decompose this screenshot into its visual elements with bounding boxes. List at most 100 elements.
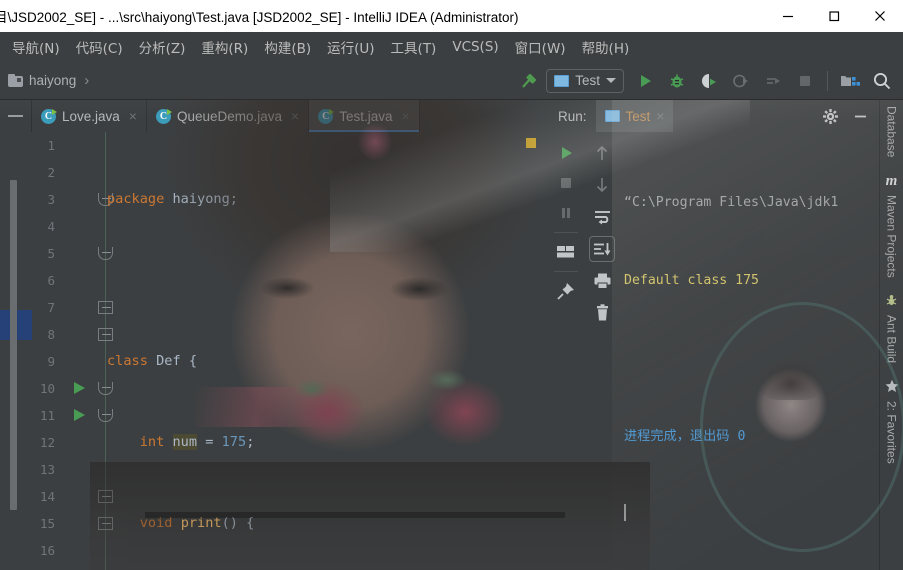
java-class-icon: C <box>318 108 335 124</box>
line-number: 12 <box>39 435 55 450</box>
console-caret <box>624 502 875 528</box>
layout-icon[interactable] <box>553 239 579 265</box>
right-tool-strip: Database m Maven Projects Ant Build 2: F… <box>879 100 903 570</box>
code-line-4: int num = 175; <box>139 434 255 450</box>
menu-item-help[interactable]: 帮助(H) <box>574 34 638 60</box>
chevron-down-icon <box>606 78 616 83</box>
debug-icon[interactable] <box>662 66 692 96</box>
tool-window-favorites[interactable]: 2: Favorites <box>885 379 899 464</box>
breadcrumb-separator: › <box>84 72 90 89</box>
line-number: 5 <box>47 246 55 261</box>
search-icon[interactable] <box>867 66 897 96</box>
menu-bar: 导航(N) 代码(C) 分析(Z) 重构(R) 构建(B) 运行(U) 工具(T… <box>0 32 903 62</box>
line-number: 11 <box>39 408 55 423</box>
tool-window-database[interactable]: Database <box>885 106 899 157</box>
hide-tabs-button[interactable] <box>0 100 32 132</box>
breadcrumb[interactable]: haiyong › <box>0 72 89 89</box>
title-bar: 目\JSD2002_SE] - ...\src\haiyong\Test.jav… <box>0 0 903 32</box>
java-class-icon: C <box>41 108 57 124</box>
close-icon[interactable]: × <box>129 108 137 124</box>
menu-item-analyze[interactable]: 分析(Z) <box>131 34 194 60</box>
console-line: Default class 175 <box>624 273 759 288</box>
rerun-icon <box>758 66 788 96</box>
run-panel-tab[interactable]: Test × <box>595 100 674 132</box>
run-with-coverage-icon[interactable] <box>694 66 724 96</box>
run-config-icon <box>604 110 620 122</box>
print-icon[interactable] <box>589 268 615 294</box>
menu-item-tools[interactable]: 工具(T) <box>383 34 445 60</box>
menu-item-run[interactable]: 运行(U) <box>319 34 382 60</box>
breadcrumb-label: haiyong <box>29 73 77 88</box>
line-number: 6 <box>47 273 55 288</box>
close-icon[interactable] <box>857 0 903 32</box>
window-controls <box>765 0 903 32</box>
toolbar-divider <box>554 271 578 272</box>
run-gutter-icon[interactable] <box>74 382 85 394</box>
scroll-down-icon[interactable] <box>589 172 615 198</box>
editor-scrollbar[interactable] <box>0 132 22 570</box>
gear-icon[interactable] <box>817 103 843 129</box>
scroll-to-end-icon[interactable] <box>589 236 615 262</box>
line-number: 8 <box>47 327 55 342</box>
menu-item-code[interactable]: 代码(C) <box>68 34 131 60</box>
run-config-label: Test <box>575 73 600 88</box>
run-icon[interactable] <box>630 66 660 96</box>
inspection-marker-icon[interactable] <box>526 138 536 148</box>
project-structure-icon[interactable] <box>835 66 865 96</box>
scroll-up-icon[interactable] <box>589 140 615 166</box>
stop-icon <box>790 66 820 96</box>
line-number: 13 <box>39 462 55 477</box>
menu-item-window[interactable]: 窗口(W) <box>507 34 574 60</box>
main-toolbar: haiyong › Test <box>0 62 903 100</box>
menu-item-navigate[interactable]: 导航(N) <box>4 34 68 60</box>
menu-item-vcs[interactable]: VCS(S) <box>444 36 506 58</box>
console-output[interactable]: “C:\Program Files\Java\jdk1 Default clas… <box>620 132 879 570</box>
tool-window-label: 2: Favorites <box>884 401 899 464</box>
code-content[interactable]: package haiyong; class Def { int num = 1… <box>107 132 548 570</box>
window-title: 目\JSD2002_SE] - ...\src\haiyong\Test.jav… <box>0 10 519 25</box>
minimize-icon[interactable] <box>847 103 873 129</box>
minimize-icon[interactable] <box>765 0 811 32</box>
line-number: 7 <box>47 300 55 315</box>
line-number: 3 <box>47 192 55 207</box>
line-number: 4 <box>47 219 55 234</box>
editor-tab-label: Love.java <box>62 108 120 124</box>
line-number: 16 <box>39 543 55 558</box>
star-icon <box>885 379 899 396</box>
menu-item-build[interactable]: 构建(B) <box>256 34 319 60</box>
build-hammer-icon[interactable] <box>514 66 544 96</box>
editor-tab-love[interactable]: C Love.java × <box>32 100 147 132</box>
tool-window-label: Ant Build <box>884 315 899 364</box>
editor-area[interactable]: 1 2 3 4 5 6 7 8 9 10 11 12 13 14 15 16 p… <box>0 132 548 570</box>
maximize-icon[interactable] <box>811 0 857 32</box>
editor-tab-test[interactable]: C Test.java × <box>309 100 420 132</box>
run-panel-header-actions <box>817 103 879 129</box>
tool-window-maven[interactable]: m Maven Projects <box>885 173 899 278</box>
toolbar-divider <box>554 232 578 233</box>
stop-icon <box>553 170 579 196</box>
trash-icon[interactable] <box>589 300 615 326</box>
line-number: 1 <box>47 138 55 153</box>
close-icon[interactable]: × <box>402 108 410 124</box>
code-line-1: package haiyong; <box>107 191 238 207</box>
tool-window-ant[interactable]: Ant Build <box>885 294 899 363</box>
ant-icon <box>885 294 898 310</box>
scrollbar-thumb[interactable] <box>10 180 17 510</box>
pause-icon <box>553 200 579 226</box>
code-line-5: void print() { <box>139 515 255 531</box>
run-configuration-selector[interactable]: Test <box>546 68 624 93</box>
tool-window-label: Maven Projects <box>884 195 899 279</box>
editor-gutter[interactable]: 1 2 3 4 5 6 7 8 9 10 11 12 13 14 15 16 <box>22 132 113 570</box>
editor-tab-queuedemo[interactable]: C QueueDemo.java × <box>147 100 310 132</box>
soft-wrap-icon[interactable] <box>589 204 615 230</box>
close-icon[interactable]: × <box>291 108 299 124</box>
close-icon[interactable]: × <box>656 108 664 124</box>
pin-icon[interactable] <box>553 278 579 304</box>
run-gutter-icon[interactable] <box>74 409 85 421</box>
editor-tab-label: QueueDemo.java <box>176 108 283 124</box>
menu-item-refactor[interactable]: 重构(R) <box>193 34 256 60</box>
rerun-icon[interactable] <box>553 140 579 166</box>
editor-tab-label: Test.java <box>339 108 393 124</box>
